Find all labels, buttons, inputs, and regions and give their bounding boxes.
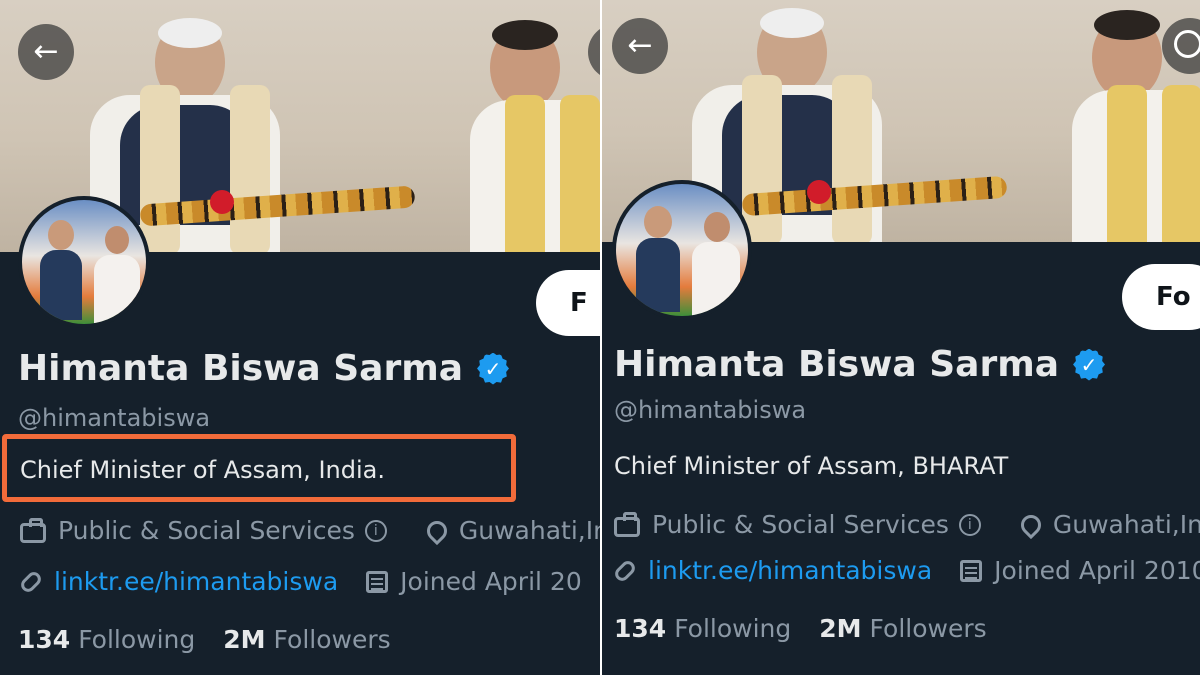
profile-avatar[interactable] [18,196,150,328]
location-label: Guwahati,Inc [1052,510,1200,539]
link-icon [18,568,44,595]
joined-date: Joined April 2010 [994,556,1200,585]
calendar-icon [366,570,389,593]
banner-figure-right [470,20,600,252]
followers-stat[interactable]: 2M Followers [819,614,986,643]
follow-button[interactable]: Fo [1122,264,1200,330]
profile-panel-after: ← Fo Himanta Biswa Sarma ✓ @himantabiswa… [600,0,1200,675]
joined-date: Joined April 20 [400,567,582,596]
followers-stat[interactable]: 2M Followers [223,625,390,654]
follow-stats: 134 Following 2M Followers [18,625,419,654]
location-label: Guwahati,In [458,516,600,545]
profile-panel-before: ← F Himanta Biswa Sarma ✓ @himantabiswa … [0,0,600,675]
verified-badge-icon: ✓ [1073,348,1106,381]
following-stat[interactable]: 134 Following [18,625,195,654]
profile-bio: Chief Minister of Assam, BHARAT [614,452,1009,480]
follow-button-label: F [570,288,588,318]
user-handle: @himantabiswa [614,396,807,424]
profile-meta-row-2: linktr.ee/himantabiswa Joined April 2010 [612,556,1200,585]
briefcase-icon [20,517,46,543]
display-name-row: Himanta Biswa Sarma ✓ [614,344,1106,385]
display-name: Himanta Biswa Sarma [614,344,1060,385]
user-handle: @himantabiswa [18,404,211,432]
verified-badge-icon: ✓ [477,352,510,385]
following-stat[interactable]: 134 Following [614,614,791,643]
profile-meta-row-2: linktr.ee/himantabiswa Joined April 20 [18,567,582,596]
back-arrow-icon: ← [33,34,59,69]
back-button[interactable]: ← [18,24,74,80]
briefcase-icon [614,511,640,537]
back-arrow-icon: ← [627,28,653,63]
profile-meta-row-1: Public & Social Services i Guwahati,In [20,516,600,545]
follow-button-label: Fo [1156,282,1191,312]
profile-link[interactable]: linktr.ee/himantabiswa [648,556,932,585]
profile-meta-row-1: Public & Social Services i Guwahati,Inc [614,510,1200,539]
category-label: Public & Social Services [58,516,355,545]
location-pin-icon [422,516,452,545]
info-icon[interactable]: i [364,519,387,542]
display-name-row: Himanta Biswa Sarma ✓ [18,348,510,389]
banner-gift-bow [210,190,234,214]
display-name: Himanta Biswa Sarma [18,348,464,389]
profile-avatar[interactable] [612,180,752,320]
banner-gift-bow [807,180,831,204]
location-pin-icon [1016,510,1046,539]
calendar-icon [960,559,983,582]
profile-link[interactable]: linktr.ee/himantabiswa [54,567,338,596]
back-button[interactable]: ← [612,18,668,74]
link-icon [612,557,638,584]
follow-button[interactable]: F [536,270,600,336]
follow-stats: 134 Following 2M Followers [614,614,1015,643]
category-label: Public & Social Services [652,510,949,539]
info-icon[interactable]: i [958,513,981,536]
profile-bio: Chief Minister of Assam, India. [20,456,385,484]
